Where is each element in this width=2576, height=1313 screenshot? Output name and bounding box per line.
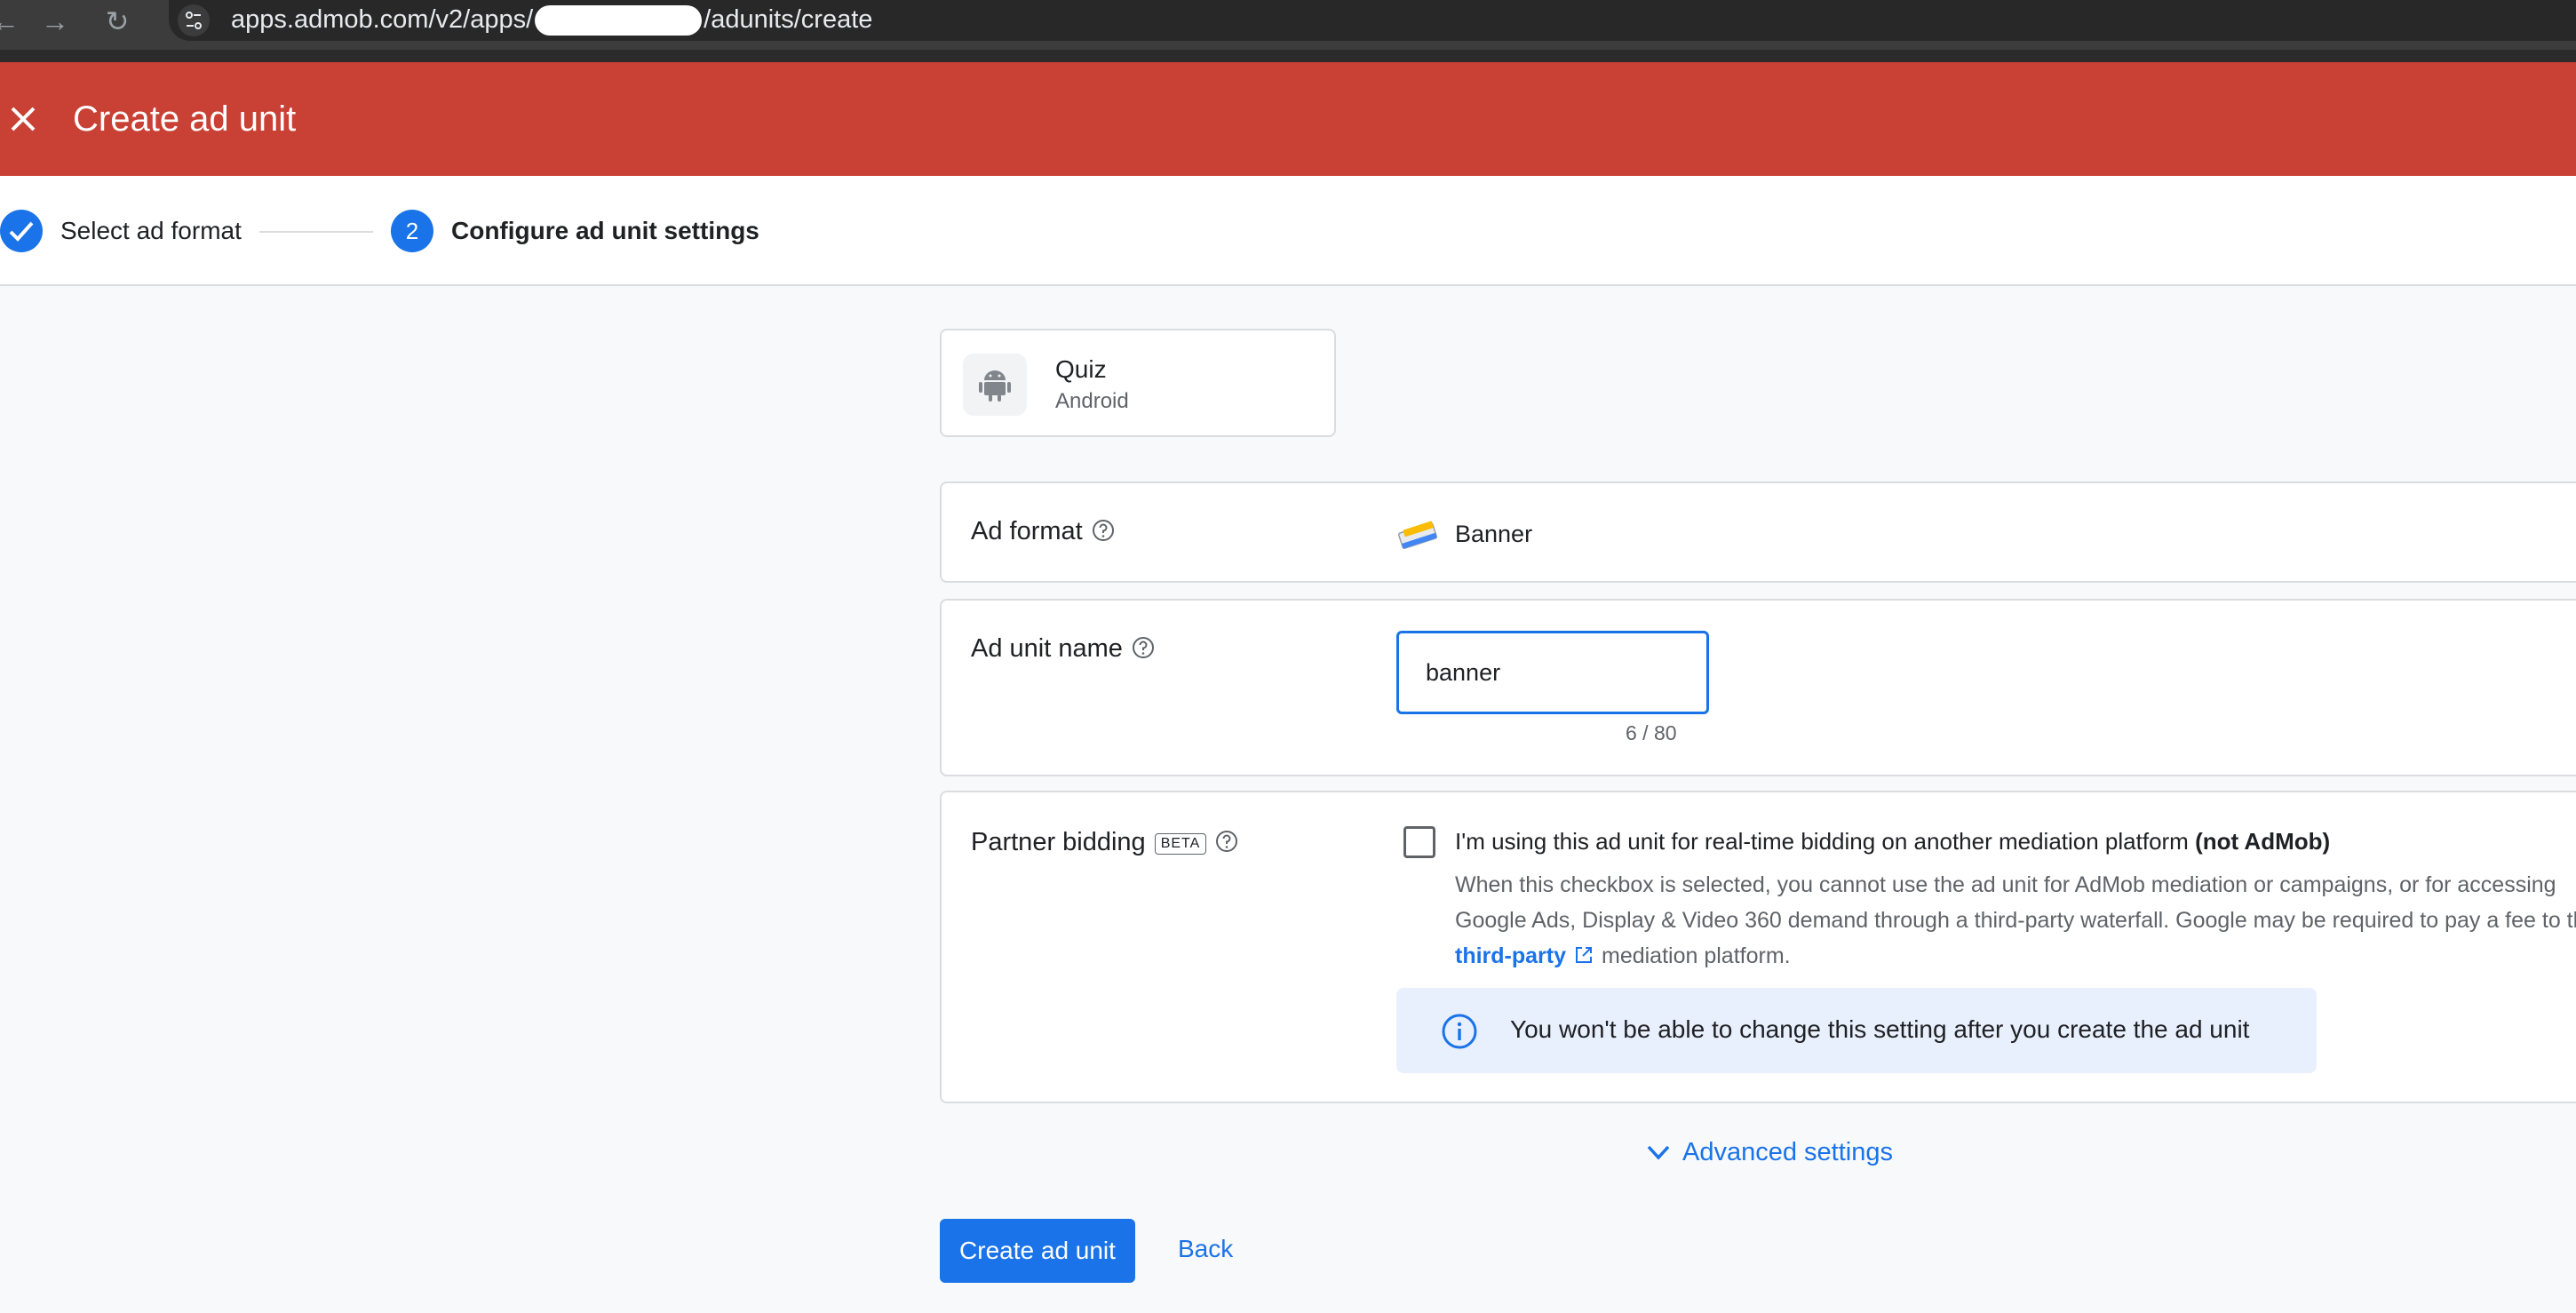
- close-icon[interactable]: [5, 101, 41, 137]
- info-text: You won't be able to change this setting…: [1510, 1015, 2250, 1043]
- toolbar-divider: [0, 50, 2576, 62]
- step-select-ad-format[interactable]: Select ad format: [60, 217, 242, 245]
- check-circle-icon: [0, 210, 43, 252]
- info-banner: You won't be able to change this setting…: [1396, 988, 2317, 1073]
- beta-badge: BETA: [1154, 833, 1207, 855]
- app-header: Create ad unit: [0, 62, 2576, 176]
- help-icon[interactable]: [1215, 830, 1238, 853]
- help-icon[interactable]: [1132, 636, 1155, 659]
- reload-icon[interactable]: ↻: [99, 4, 135, 39]
- partner-bidding-checkbox[interactable]: [1403, 826, 1435, 858]
- back-arrow-icon[interactable]: ←: [0, 4, 23, 39]
- app-icon: [963, 354, 1027, 416]
- ad-format-label: Ad format: [971, 517, 1115, 546]
- ad-format-card: Ad format Banner: [940, 481, 2576, 583]
- info-icon: [1442, 1014, 1477, 1049]
- browser-toolbar: ← → ↻ apps.admob.com/v2/apps//adunits/cr…: [0, 0, 2576, 62]
- app-name: Quiz: [1055, 355, 1107, 383]
- advanced-settings-toggle[interactable]: Advanced settings: [1643, 1137, 1893, 1167]
- open-in-new-icon[interactable]: [1573, 944, 1594, 966]
- back-button[interactable]: Back: [1178, 1235, 1233, 1263]
- partner-bidding-card: Partner bidding BETA I'm using this ad un…: [940, 791, 2576, 1103]
- step-connector: [259, 231, 373, 233]
- step-configure-settings: Configure ad unit settings: [451, 217, 759, 244]
- help-icon[interactable]: [1092, 519, 1115, 542]
- ad-format-value: Banner: [1455, 521, 1533, 547]
- partner-bidding-checkbox-label[interactable]: I'm using this ad unit for real-time bid…: [1455, 828, 2330, 855]
- app-card: Quiz Android: [940, 329, 1336, 437]
- address-bar[interactable]: apps.admob.com/v2/apps//adunits/create: [169, 0, 2576, 41]
- android-icon: [979, 370, 1011, 402]
- ad-unit-name-label: Ad unit name: [971, 634, 1155, 664]
- create-ad-unit-button[interactable]: Create ad unit: [940, 1219, 1135, 1283]
- redacted-app-id: [535, 5, 703, 36]
- ad-unit-name-card: Ad unit name 6 / 80: [940, 599, 2576, 776]
- forward-arrow-icon[interactable]: →: [37, 4, 73, 39]
- partner-bidding-label: Partner bidding BETA: [971, 828, 1238, 857]
- page-title: Create ad unit: [73, 99, 297, 139]
- banner-format-icon: [1397, 521, 1438, 549]
- chevron-down-icon: [1647, 1145, 1670, 1160]
- url-text[interactable]: apps.admob.com/v2/apps//adunits/create: [231, 5, 872, 36]
- ad-unit-name-input[interactable]: [1396, 631, 1709, 714]
- character-counter: 6 / 80: [1626, 721, 1677, 744]
- step-number-badge: 2: [391, 210, 433, 252]
- site-settings-icon[interactable]: [178, 4, 210, 36]
- stepper: Select ad format 2 Configure ad unit set…: [0, 176, 2576, 286]
- app-platform: Android: [1055, 389, 1129, 413]
- third-party-link[interactable]: third-party: [1455, 943, 1566, 968]
- partner-bidding-description: When this checkbox is selected, you cann…: [1455, 872, 2576, 968]
